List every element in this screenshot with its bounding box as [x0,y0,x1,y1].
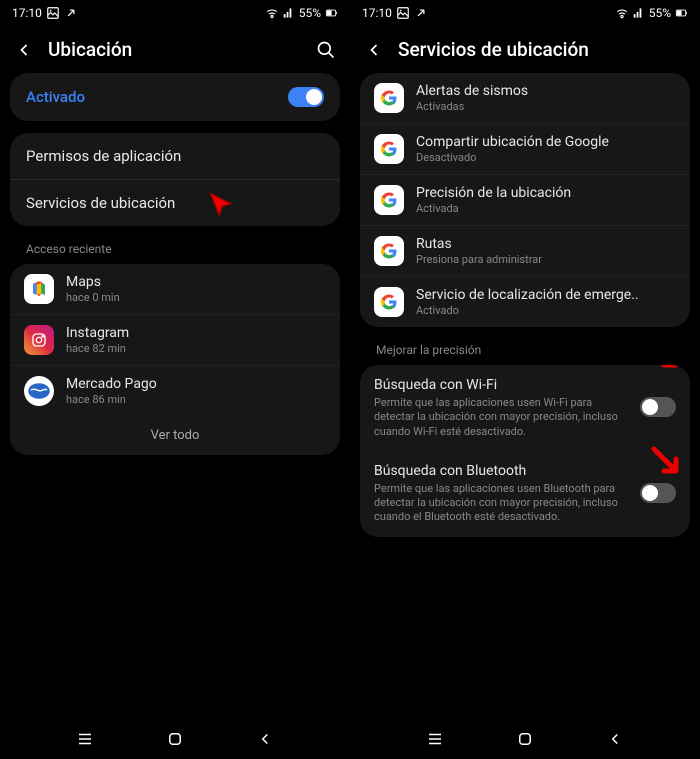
google-icon [374,287,404,317]
permissions-label: Permisos de aplicación [26,147,181,165]
google-icon [374,134,404,164]
see-all-button[interactable]: Ver todo [10,416,340,455]
signal-icon [632,6,646,20]
wifi-desc: Permite que las aplicaciones usen Wi-Fi … [374,396,630,439]
bluetooth-toggle[interactable] [640,483,676,503]
left-screen: 17:10 55% Ubicación Activado Permisos de… [0,0,350,759]
page-title: Ubicación [48,38,302,61]
back-icon[interactable] [364,40,384,60]
bt-title: Búsqueda con Bluetooth [374,463,630,479]
status-bar: 17:10 55% [0,0,350,26]
image-icon [46,6,60,20]
bluetooth-scan-row[interactable]: Búsqueda con Bluetooth Permite que las a… [360,451,690,537]
list-item[interactable]: Alertas de sismos Activadas [360,73,690,123]
service-name: Precisión de la ubicación [416,185,676,201]
list-item[interactable]: Precisión de la ubicación Activada [360,174,690,225]
status-bar: 17:10 55% [350,0,700,26]
app-time: hace 0 min [66,291,326,304]
wifi-scan-row[interactable]: Búsqueda con Wi-Fi Permite que las aplic… [360,365,690,451]
location-services-row[interactable]: Servicios de ubicación [10,179,340,226]
list-item[interactable]: Instagram hace 82 min [10,314,340,365]
app-name: Instagram [66,325,326,341]
service-status: Activadas [416,100,676,113]
battery-percent: 55% [649,6,671,20]
service-status: Activada [416,202,676,215]
services-card: Alertas de sismos Activadas Compartir ub… [360,73,690,327]
app-name: Mercado Pago [66,376,326,392]
list-item[interactable]: Maps hace 0 min [10,264,340,314]
options-card: Permisos de aplicación Servicios de ubic… [10,133,340,226]
activated-card: Activado [10,73,340,121]
activated-label: Activado [26,88,85,106]
arrow-icon [414,6,428,20]
app-time: hace 82 min [66,342,326,355]
google-icon [374,236,404,266]
service-name: Rutas [416,236,676,252]
signal-icon [282,6,296,20]
list-item[interactable]: Rutas Presiona para administrar [360,225,690,276]
wifi-title: Búsqueda con Wi-Fi [374,377,630,393]
home-nav-icon[interactable] [166,730,184,748]
app-time: hace 86 min [66,393,326,406]
search-icon[interactable] [316,40,336,60]
cursor-arrow-annotation [205,188,239,222]
app-permissions-row[interactable]: Permisos de aplicación [10,133,340,179]
status-time: 17:10 [362,6,392,20]
battery-icon [674,6,688,20]
arrow-icon [64,6,78,20]
list-item[interactable]: Mercado Pago hace 86 min [10,365,340,416]
back-nav-icon[interactable] [256,730,274,748]
battery-percent: 55% [299,6,321,20]
instagram-app-icon [24,325,54,355]
header: Servicios de ubicación [350,26,700,73]
improve-precision-label: Mejorar la precisión [360,339,690,365]
google-icon [374,185,404,215]
status-time: 17:10 [12,6,42,20]
bt-desc: Permite que las aplicaciones usen Blueto… [374,482,630,525]
list-item[interactable]: Servicio de localización de emerge.. Act… [360,276,690,327]
back-icon[interactable] [14,40,34,60]
page-title: Servicios de ubicación [398,38,686,61]
maps-app-icon [24,274,54,304]
service-name: Servicio de localización de emerge.. [416,287,676,303]
service-status: Desactivado [416,151,676,164]
battery-icon [324,6,338,20]
right-screen: 17:10 55% Servicios de ubicación Alertas… [350,0,700,759]
wifi-icon [615,6,629,20]
mercado-app-icon [24,376,54,406]
nav-bar [350,719,700,759]
precision-card: Búsqueda con Wi-Fi Permite que las aplic… [360,365,690,537]
services-label: Servicios de ubicación [26,194,175,212]
wifi-icon [265,6,279,20]
service-status: Presiona para administrar [416,253,676,266]
service-name: Alertas de sismos [416,83,676,99]
google-icon [374,83,404,113]
location-toggle[interactable] [288,87,324,107]
recent-apps-card: Maps hace 0 min Instagram hace 82 min [10,264,340,455]
nav-bar [0,719,350,759]
recent-access-label: Acceso reciente [10,238,340,264]
list-item[interactable]: Compartir ubicación de Google Desactivad… [360,123,690,174]
back-nav-icon[interactable] [606,730,624,748]
recents-nav-icon[interactable] [76,730,94,748]
image-icon [396,6,410,20]
recents-nav-icon[interactable] [426,730,444,748]
wifi-toggle[interactable] [640,397,676,417]
app-name: Maps [66,274,326,290]
service-status: Activado [416,304,676,317]
service-name: Compartir ubicación de Google [416,134,676,150]
header: Ubicación [0,26,350,73]
home-nav-icon[interactable] [516,730,534,748]
